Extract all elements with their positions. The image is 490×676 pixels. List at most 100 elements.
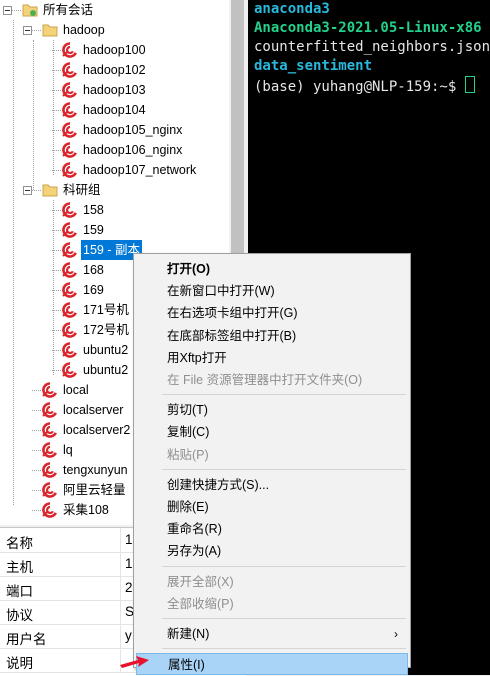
tree-folder[interactable]: 所有会话 [22,0,95,20]
menu-item: 在 File 资源管理器中打开文件夹(O) [167,373,363,387]
tree-node-label: hadoop107_network [83,163,197,177]
menu-item[interactable]: 在新窗口中打开(W) [136,280,408,302]
xshell-session-icon [42,381,58,398]
tree-session[interactable]: lq [42,440,75,460]
menu-item[interactable]: 重命名(R) [136,518,408,540]
property-value: y [125,628,132,643]
tree-session[interactable]: tengxunyun [42,460,130,480]
tree-folder[interactable]: 科研组 [42,180,103,200]
tree-session[interactable]: 159 [62,220,106,240]
tree-session[interactable]: hadoop107_network [62,160,198,180]
tree-session[interactable]: localserver [42,400,125,420]
tree-session[interactable]: hadoop105_nginx [62,120,184,140]
tree-folder[interactable]: hadoop [42,20,107,40]
menu-item[interactable]: 在右选项卡组中打开(G) [136,302,408,324]
menu-item[interactable]: 剪切(T) [136,399,408,421]
terminal-cursor [464,76,475,93]
tree-session[interactable]: hadoop106_nginx [62,140,184,160]
tree-node-label: hadoop106_nginx [83,143,183,157]
tree-node-label: hadoop102 [83,63,146,77]
tree-node-label: 172号机 [83,323,129,337]
menu-item[interactable]: 属性(I) [136,653,408,676]
menu-item[interactable]: 删除(E) [136,496,408,518]
tree-node-label: localserver [63,403,124,417]
folder-icon [42,182,58,198]
tree-session[interactable]: 158 [62,200,106,220]
tree-session[interactable]: hadoop102 [62,60,148,80]
menu-item: 粘贴(P) [167,447,209,462]
tree-session[interactable]: hadoop104 [62,100,148,120]
xshell-session-icon [62,321,78,338]
property-key: 名称 [6,536,33,551]
tree-node-label: hadoop100 [83,43,146,57]
menu-separator [162,565,406,567]
tree-session[interactable]: ubuntu2 [62,340,130,360]
collapse-toggle-icon[interactable] [23,186,32,195]
property-value: 1 [125,556,133,571]
root-sessions-icon [22,2,38,18]
xshell-session-icon [62,81,78,98]
property-key: 主机 [6,560,33,575]
tree-session[interactable]: local [42,380,91,400]
tree-node-label: tengxunyun [63,463,128,477]
tree-session[interactable]: hadoop103 [62,80,148,100]
tree-node-label: hadoop [63,23,105,37]
menu-item[interactable]: 新建(N) › [136,623,408,645]
menu-separator [162,618,406,619]
tree-session[interactable]: hadoop100 [62,40,148,60]
tree-session[interactable]: ubuntu2 [62,360,130,380]
tree-node-label: hadoop105_nginx [83,123,183,137]
menu-item: 全部收缩(P) [167,596,234,611]
property-key: 端口 [6,584,33,599]
menu-item[interactable]: 打开(O) [136,258,408,280]
xshell-session-icon [62,101,78,118]
tree-node-label: 所有会话 [43,3,94,17]
context-menu: 打开(O) 在新窗口中打开(W) 在右选项卡组中打开(G) 在底部标签组中打开(B) 用… [133,253,411,676]
tree-session[interactable]: 采集108 [42,500,111,520]
tree-session[interactable]: 159 - 副本 [62,240,142,260]
xshell-session-icon [42,401,58,418]
menu-item[interactable]: 另存为(A) [136,540,408,562]
xshell-session-icon [62,61,78,78]
xshell-session-icon [62,121,78,138]
terminal-line: data_sentiment [254,58,373,74]
terminal-line: (base) yuhang@NLP-159:~$ [254,76,475,97]
xshell-session-icon [62,201,78,218]
tree-node-label: lq [63,443,73,457]
red-arrow-icon [120,656,149,668]
xshell-session-icon [42,421,58,438]
tree-session[interactable]: 172号机 [62,320,131,340]
xshell-session-icon [62,341,78,358]
xshell-session-icon [62,261,78,278]
xshell-session-icon [42,481,58,498]
menu-item[interactable]: 在底部标签组中打开(B) [136,325,408,347]
property-value: 1 [125,532,133,547]
terminal-line: counterfitted_neighbors.json [254,39,490,55]
property-key: 用户名 [6,632,47,647]
xshell-session-icon [62,241,78,258]
property-key: 协议 [6,608,33,623]
tree-session[interactable]: localserver2 [42,420,132,440]
tree-node-label: hadoop104 [83,103,146,117]
tree-session[interactable]: 171号机 [62,300,131,320]
menu-item[interactable]: 用Xftp打开 [136,347,408,369]
tree-node-label: ubuntu2 [83,363,129,377]
tree-session[interactable]: 168 [62,260,106,280]
xshell-session-icon [62,141,78,158]
tree-node-label: local [63,383,89,397]
chevron-right-icon: › [394,627,398,641]
xshell-session-icon [42,501,58,518]
xshell-session-icon [42,441,58,458]
tree-node-label: 科研组 [63,183,101,197]
xshell-session-icon [62,41,78,58]
terminal-line: Anaconda3-2021.05-Linux-x86 [254,20,482,36]
xshell-session-icon [62,281,78,298]
menu-item[interactable]: 复制(C) [136,421,408,443]
xshell-session-icon [62,161,78,178]
menu-item[interactable]: 创建快捷方式(S)... [136,474,408,496]
tree-session[interactable]: 阿里云轻量 [42,480,128,500]
collapse-toggle-icon[interactable] [3,6,12,15]
property-value: 2 [125,580,133,595]
collapse-toggle-icon[interactable] [23,26,32,35]
tree-session[interactable]: 169 [62,280,106,300]
